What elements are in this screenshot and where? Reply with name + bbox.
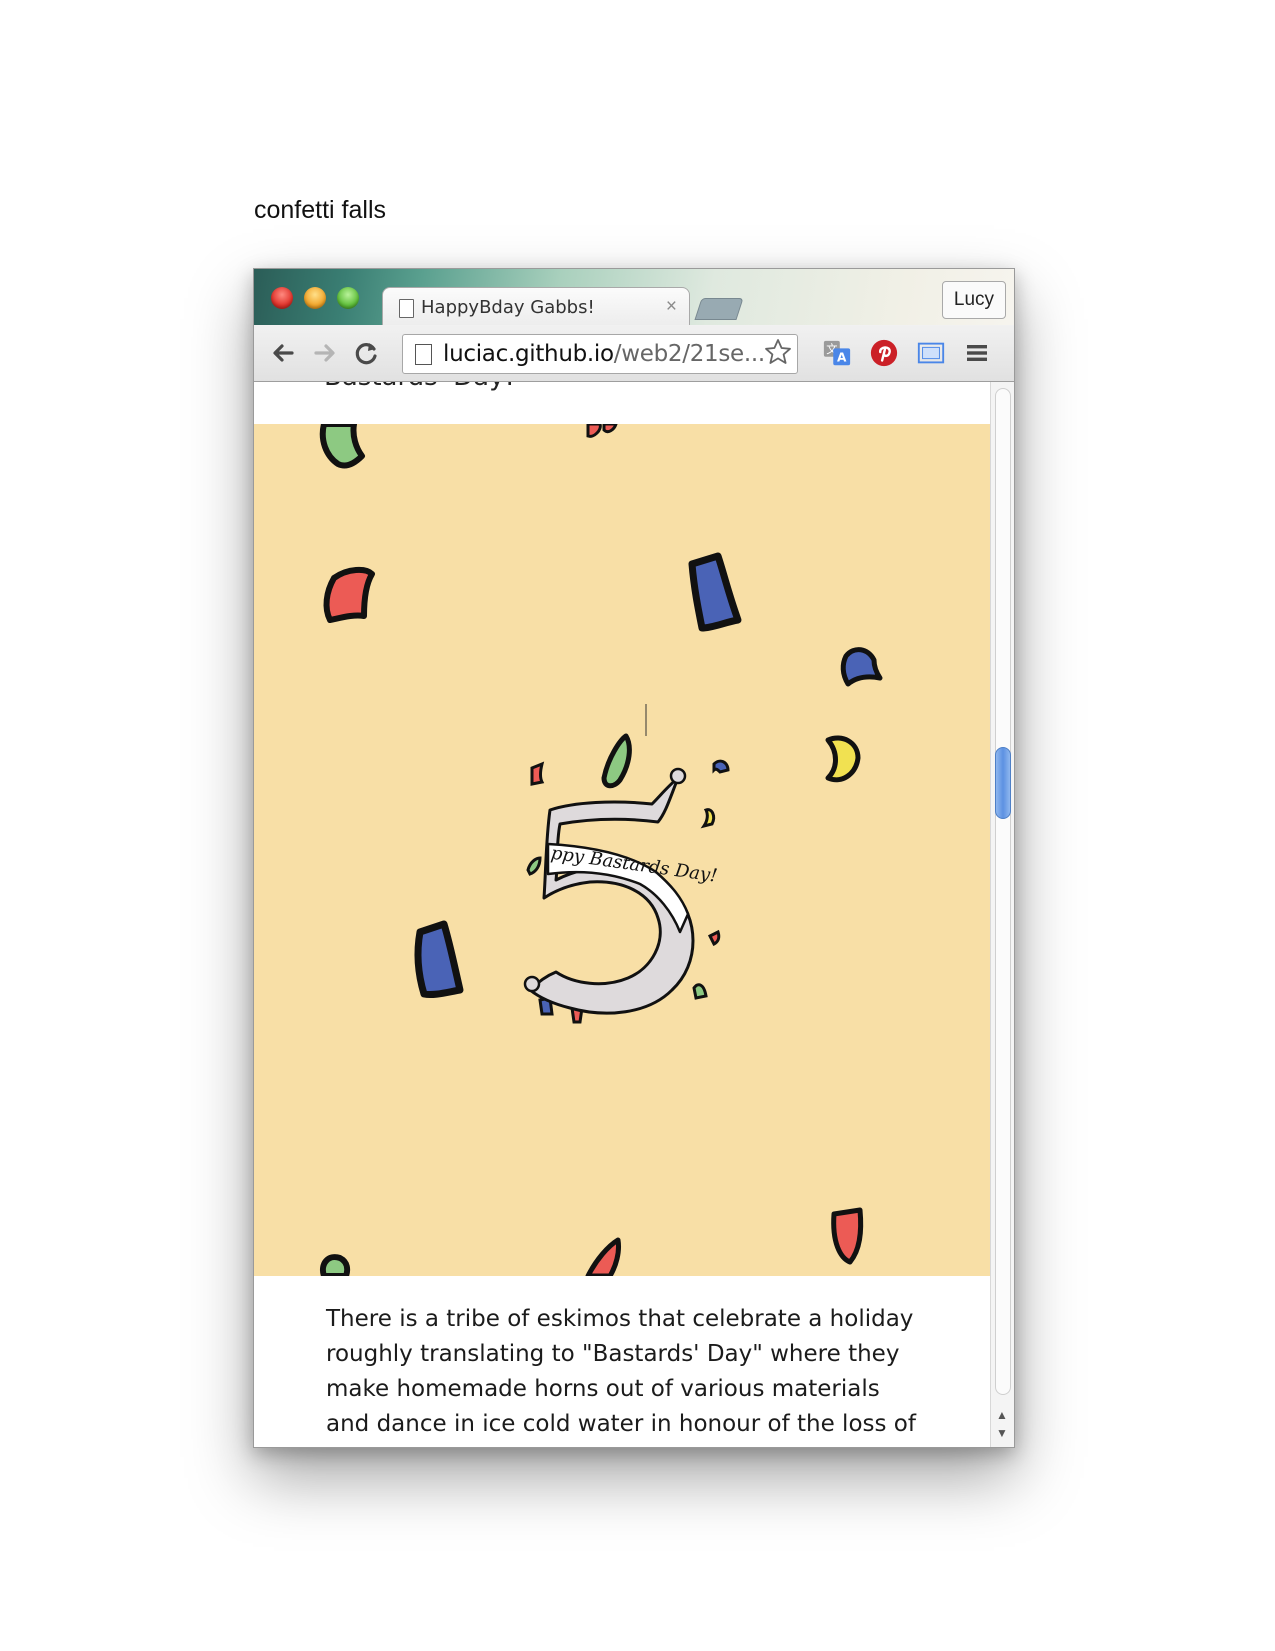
bookmark-star-icon[interactable] [763, 337, 793, 367]
vertical-scrollbar[interactable]: ▲ ▼ [990, 382, 1014, 1447]
confetti-piece [320, 1254, 351, 1276]
document-caption: confetti falls [254, 196, 387, 224]
close-window-button[interactable] [271, 287, 293, 309]
confetti-piece [688, 552, 742, 632]
zoom-window-button[interactable] [337, 287, 359, 309]
cast-icon[interactable] [916, 338, 946, 368]
browser-window: HappyBday Gabbs! × Lucy luciac.github.io… [253, 268, 1015, 1448]
scroll-up-arrow-icon[interactable]: ▲ [996, 1408, 1008, 1422]
confetti-piece [323, 566, 375, 623]
confetti-piece [526, 856, 542, 876]
confetti-piece [825, 735, 861, 783]
confetti-piece [530, 761, 545, 786]
page-icon [399, 299, 414, 318]
story-paragraph: There is a tribe of eskimos that celebra… [326, 1306, 916, 1437]
menu-icon[interactable] [962, 338, 992, 368]
cut-off-heading: Bastards' Day! [324, 382, 515, 392]
birthday-five-illustration: ppy Bastards Day! [523, 767, 719, 1015]
confetti-piece [414, 920, 464, 998]
back-arrow-icon[interactable] [268, 338, 298, 368]
confetti-scene: ppy Bastards Day! [319, 424, 883, 1276]
minimize-window-button[interactable] [304, 287, 326, 309]
confetti-piece [840, 647, 883, 687]
browser-tab[interactable]: HappyBday Gabbs! × [382, 287, 690, 328]
title-bar: HappyBday Gabbs! × Lucy [254, 269, 1014, 328]
confetti-piece [707, 929, 721, 947]
address-bar[interactable]: luciac.github.io/web2/21se... [402, 334, 798, 374]
forward-arrow-icon[interactable] [310, 338, 340, 368]
translate-icon[interactable]: 文 A [822, 338, 852, 368]
new-tab-button[interactable] [694, 298, 744, 320]
confetti-piece [700, 808, 716, 829]
page-viewport: Bastards' Day! [254, 382, 990, 1447]
url-text: luciac.github.io/web2/21se... [443, 341, 765, 367]
page-icon [415, 344, 432, 365]
confetti-piece [692, 983, 708, 1000]
confetti-piece [831, 1207, 864, 1265]
svg-text:A: A [837, 350, 847, 364]
confetti-piece [585, 1237, 621, 1276]
tab-title: HappyBday Gabbs! [421, 297, 595, 318]
confetti-piece [319, 424, 365, 469]
reload-icon[interactable] [352, 338, 382, 368]
confetti-piece [712, 759, 730, 774]
scroll-down-arrow-icon[interactable]: ▼ [996, 1426, 1008, 1440]
confetti-piece [601, 733, 632, 789]
confetti-piece [586, 424, 618, 438]
scroll-thumb[interactable] [995, 747, 1011, 819]
pinterest-icon[interactable] [869, 338, 899, 368]
browser-toolbar: luciac.github.io/web2/21se... 文 A [254, 325, 1014, 382]
confetti-stage: ppy Bastards Day! [254, 424, 990, 1276]
scroll-track[interactable] [995, 388, 1011, 1395]
profile-button[interactable]: Lucy [942, 281, 1006, 319]
close-tab-icon[interactable]: × [666, 296, 677, 318]
